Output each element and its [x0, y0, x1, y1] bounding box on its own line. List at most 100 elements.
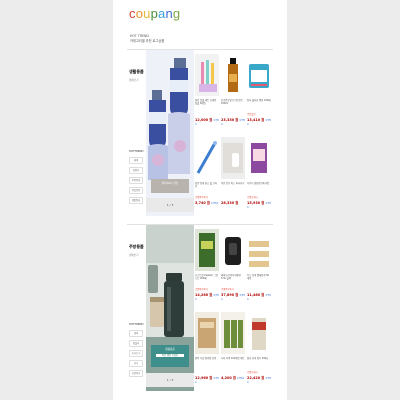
- product-card[interactable]: 우드 집게 빨래집게 50개입 11,460 원로켓배송: [246, 225, 272, 308]
- keyword-tag[interactable]: 세제: [129, 157, 143, 164]
- product-price: 22,420 원로켓배송: [247, 375, 272, 384]
- product-thumbnail[interactable]: [247, 229, 271, 271]
- product-card[interactable]: 포스트잇 Captain 그린 노트 200매 로켓와우특가 14,260 원로켓배…: [194, 225, 220, 308]
- rocket-delivery-badge: 로켓배송: [237, 378, 245, 380]
- section-subtitle: 캠페인기: [129, 254, 139, 257]
- price-value: 28,330 원: [221, 201, 239, 205]
- product-card[interactable]: 일리 커피 원두 250g 로켓프레시 22,420 원로켓배송: [246, 308, 272, 391]
- product-card[interactable]: 탐사 물티슈 캡형 100매쿠폰할인 13,410 원로켓배송: [246, 50, 272, 133]
- product-badge: 쿠폰할인: [247, 113, 256, 116]
- hero-pager[interactable]: 1 / 3: [146, 198, 194, 212]
- product-image: [195, 137, 219, 179]
- product-card[interactable]: 에어프라이어 대용량 5.5L 블랙 로켓와우특가 37,890 원로켓배송: [220, 225, 246, 308]
- product-name[interactable]: 다우니 섬유유연제 세트: [247, 182, 271, 185]
- product-price: 3,740 원로켓배송: [195, 200, 218, 205]
- product-name[interactable]: 원목 수납 정리함 선반: [195, 357, 219, 360]
- product-card[interactable]: 녹차 티백 100개입 세트 4,200 원로켓배송: [220, 308, 246, 391]
- product-name[interactable]: 에어프라이어 대용량 5.5L 블랙: [221, 274, 245, 280]
- price-value: 14,260 원: [195, 293, 213, 297]
- product-price: 11,460 원로켓배송: [247, 292, 272, 301]
- hero-caption-text: 캠핑용품: [165, 348, 175, 351]
- product-card[interactable]: 원목 수납 정리함 선반 12,960 원로켓배송: [194, 308, 220, 391]
- product-name[interactable]: 윰킨 칫솔 세트 휴대용 칫솔 6개입: [195, 99, 219, 105]
- price-value: 22,420 원: [247, 376, 265, 380]
- product-thumbnail[interactable]: [247, 312, 271, 354]
- product-thumbnail[interactable]: [221, 229, 245, 271]
- price-value: 12,960 원: [195, 376, 213, 380]
- product-card[interactable]: 창문 틈새 청소 솔 브러쉬 로켓와우특가 3,740 원로켓배송: [194, 133, 220, 216]
- product-price: 4,200 원로켓배송: [221, 375, 244, 380]
- product-thumbnail[interactable]: [247, 54, 271, 96]
- product-thumbnail[interactable]: [195, 229, 219, 271]
- hero-caption-text: 최대30% 할인: [161, 182, 179, 185]
- product-thumbnail[interactable]: [221, 54, 245, 96]
- section-sidebar: 주방용품 캠페인기 HOTTREND 냄비 텀블러 조리도구 식기 보관용기: [127, 225, 146, 390]
- keyword-tag[interactable]: 텀블러: [129, 340, 143, 347]
- product-badge: 로켓와우특가: [195, 196, 208, 199]
- product-name[interactable]: 무선 진동 파스 마사지기: [221, 182, 245, 185]
- product-card[interactable]: 모로칸오일 트리트먼트 100ml 23,330 원로켓배송: [220, 50, 246, 133]
- hot-trend-header: HOT TREND 카테고리별 추천 로그상품: [130, 34, 164, 44]
- product-image: [221, 312, 245, 354]
- product-badge: 로켓와우특가: [195, 288, 208, 291]
- category-section-household: 생활용품 캠페인기 HOTTREND 세제 화장지 주방용품 욕실용품 생활잡화: [127, 49, 273, 216]
- product-name[interactable]: 모로칸오일 트리트먼트 100ml: [221, 99, 245, 105]
- logo-letter: n: [165, 6, 173, 21]
- hero-pager[interactable]: 1 / 3: [146, 373, 194, 387]
- coupang-logo[interactable]: coupang: [129, 6, 180, 21]
- product-name[interactable]: 창문 틈새 청소 솔 브러쉬: [195, 182, 219, 188]
- keyword-tag[interactable]: 생활잡화: [129, 197, 143, 204]
- product-badge: 로켓프레시: [247, 196, 258, 199]
- keyword-tag[interactable]: 욕실용품: [129, 187, 143, 194]
- product-name[interactable]: 포스트잇 Captain 그린 노트 200매: [195, 274, 219, 280]
- product-thumbnail[interactable]: [247, 137, 271, 179]
- product-name[interactable]: 탐사 물티슈 캡형 100매: [247, 99, 271, 102]
- keyword-tags: 냄비 텀블러 조리도구 식기 보관용기: [129, 330, 143, 380]
- price-value: 13,410 원: [247, 118, 265, 122]
- hero-caption[interactable]: 최대30% 할인: [151, 179, 189, 193]
- product-image: [247, 312, 271, 354]
- product-card[interactable]: 무선 진동 파스 마사지기 28,330 원: [220, 133, 246, 216]
- price-value: 37,890 원: [221, 293, 239, 297]
- product-price: 28,330 원: [221, 200, 239, 205]
- keyword-tag[interactable]: 화장지: [129, 167, 143, 174]
- product-image: [221, 229, 245, 271]
- product-thumbnail[interactable]: [195, 137, 219, 179]
- hot-trend-subtitle: 카테고리별 추천 로그상품: [130, 39, 165, 43]
- hero-banner[interactable]: 캠핑용품 여름 캠핑 기획전 1 / 3: [146, 225, 194, 391]
- product-thumbnail[interactable]: [221, 312, 245, 354]
- product-thumbnail[interactable]: [195, 54, 219, 96]
- price-value: 11,460 원: [247, 293, 265, 297]
- keyword-tag[interactable]: 조리도구: [129, 350, 143, 357]
- keyword-tags: 세제 화장지 주방용품 욕실용품 생활잡화: [129, 157, 143, 207]
- keyword-tag[interactable]: 주방용품: [129, 177, 143, 184]
- hero-caption-sub: 여름 캠핑 기획전: [156, 353, 184, 358]
- section-title: 주방용품: [129, 244, 144, 249]
- category-section-kitchen: 주방용품 캠페인기 HOTTREND 냄비 텀블러 조리도구 식기 보관용기 캠…: [127, 224, 273, 391]
- product-name[interactable]: 일리 커피 원두 250g: [247, 357, 271, 360]
- product-card[interactable]: 다우니 섬유유연제 세트 로켓프레시 15,930 원로켓배송: [246, 133, 272, 216]
- product-thumbnail[interactable]: [221, 137, 245, 179]
- rocket-delivery-badge: 로켓배송: [211, 203, 219, 205]
- price-value: 12,000 원: [195, 118, 213, 122]
- product-image: [195, 54, 219, 96]
- keyword-tag[interactable]: 냄비: [129, 330, 143, 337]
- product-card[interactable]: 윰킨 칫솔 세트 휴대용 칫솔 6개입 12,000 원로켓배송: [194, 50, 220, 133]
- product-grid: 포스트잇 Captain 그린 노트 200매로켓와우특가 14,260 원로켓배…: [194, 225, 273, 391]
- product-price: 13,410 원로켓배송: [247, 117, 272, 126]
- hero-banner[interactable]: 최대30% 할인 1 / 3: [146, 50, 194, 216]
- product-thumbnail[interactable]: [195, 312, 219, 354]
- product-image: [195, 229, 219, 271]
- product-image: [221, 54, 245, 96]
- content-page: coupang HOT TREND 카테고리별 추천 로그상품 생활용품 캠페인…: [113, 0, 287, 400]
- logo-letter: u: [143, 6, 151, 21]
- hero-caption[interactable]: 캠핑용품 여름 캠핑 기획전: [151, 345, 189, 367]
- keyword-tag[interactable]: 식기: [129, 360, 143, 367]
- product-name[interactable]: 우드 집게 빨래집게 50개입: [247, 274, 271, 280]
- product-image: [247, 137, 271, 179]
- product-image: [247, 229, 271, 271]
- product-name[interactable]: 녹차 티백 100개입 세트: [221, 357, 245, 360]
- keyword-tag[interactable]: 보관용기: [129, 370, 143, 377]
- product-badge: 로켓프레시: [247, 371, 258, 374]
- price-value: 3,740 원: [195, 201, 211, 205]
